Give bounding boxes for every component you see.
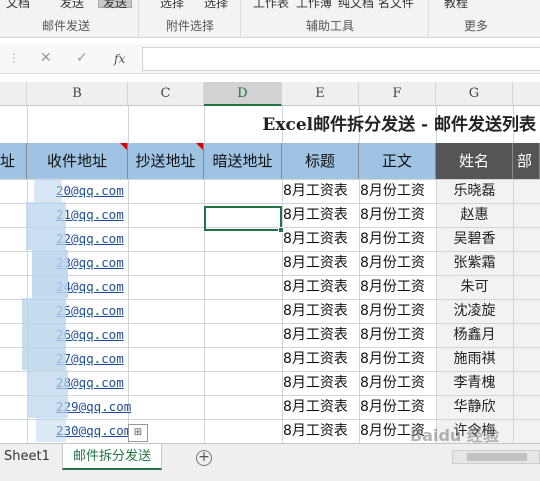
cell-name[interactable]: 李青槐 [436, 371, 513, 395]
header-body: 正文 [359, 143, 436, 179]
cell-subject[interactable]: 8月工资表 [283, 203, 359, 227]
comment-indicator[interactable] [120, 143, 127, 150]
insert-function-icon[interactable]: fx [114, 52, 125, 66]
cell-name[interactable]: 朱可 [436, 275, 513, 299]
column-header-f[interactable]: F [359, 82, 436, 106]
ribbon-button-worksheet[interactable]: 工作表 [253, 0, 289, 11]
ribbon-button-send[interactable]: 发送 [60, 0, 84, 11]
cell-name[interactable]: 吴碧香 [436, 227, 513, 251]
blur-block [26, 202, 66, 250]
spreadsheet-grid[interactable]: Excel邮件拆分发送 - 邮件发送列表 址 收件地址 抄送地址 暗送地址 标题… [0, 106, 540, 443]
header-subject: 标题 [282, 143, 359, 179]
cell-name[interactable]: 赵惠 [436, 203, 513, 227]
comment-indicator[interactable] [196, 143, 203, 150]
cell-body[interactable]: 8月份工资 [360, 251, 436, 275]
cell-name[interactable]: 施雨祺 [436, 347, 513, 371]
cell-subject[interactable]: 8月工资表 [283, 275, 359, 299]
ribbon-separator [138, 0, 139, 36]
blur-block [36, 418, 66, 442]
ribbon-button-select-2[interactable]: 选择 [204, 0, 228, 11]
cell-body[interactable]: 8月份工资 [360, 395, 436, 419]
watermark: Baidu 经验 [410, 426, 499, 445]
blur-block [32, 250, 68, 298]
ribbon-group-mail-send: 邮件发送 [42, 19, 91, 33]
cell-subject[interactable]: 8月工资表 [283, 347, 359, 371]
blurred-region [22, 178, 102, 442]
header-recipient: 收件地址 [27, 143, 128, 179]
header-bcc: 暗送地址 [204, 143, 282, 179]
ribbon-button-workbook[interactable]: 工作薄 [296, 0, 332, 11]
ribbon: 文档 发送 发送 选择 选择 工作表 工作薄 纯文档 名文件 教程 邮件发送 附… [0, 0, 540, 38]
cell-body[interactable]: 8月份工资 [360, 347, 436, 371]
ribbon-button-tutorial[interactable]: 教程 [444, 0, 468, 11]
cell-body[interactable]: 8月份工资 [360, 275, 436, 299]
cell-subject[interactable]: 8月工资表 [283, 299, 359, 323]
name-box-grip-icon[interactable]: ⋮ [8, 51, 20, 65]
blur-block [22, 298, 66, 370]
column-headers: B C D E F G [0, 82, 540, 106]
cell-name[interactable]: 张紫霜 [436, 251, 513, 275]
ribbon-button-select-1[interactable]: 选择 [160, 0, 184, 11]
cell-name[interactable]: 乐晓磊 [436, 179, 513, 203]
cell-subject[interactable]: 8月工资表 [283, 395, 359, 419]
header-name: 姓名 [436, 143, 513, 179]
column-header-b[interactable]: B [27, 82, 128, 106]
column-header-c[interactable]: C [128, 82, 204, 106]
sheet-title: Excel邮件拆分发送 - 邮件发送列表 [262, 115, 536, 135]
header-dept: 部 [513, 143, 540, 179]
cell-body[interactable]: 8月份工资 [360, 179, 436, 203]
cancel-icon[interactable]: ✕ [40, 50, 52, 66]
ribbon-button-named-file[interactable]: 名文件 [378, 0, 414, 11]
formula-bar: ⋮ ✕ ✓ fx [0, 44, 540, 74]
header-recipient-label: 收件地址 [46, 152, 107, 170]
cell-body[interactable]: 8月份工资 [360, 203, 436, 227]
blur-block [28, 370, 68, 418]
add-sheet-icon[interactable]: + [196, 450, 212, 466]
ribbon-separator [428, 0, 429, 36]
sheet-tab-sheet1[interactable]: Sheet1 [4, 444, 50, 470]
ribbon-group-attachment: 附件选择 [166, 19, 215, 33]
ribbon-button-document[interactable]: 文档 [6, 0, 30, 11]
column-header-d[interactable]: D [204, 82, 282, 106]
column-header-partial[interactable] [0, 82, 27, 106]
column-header-h[interactable] [513, 82, 540, 106]
sheet-tab-mail-split[interactable]: 邮件拆分发送 [62, 444, 163, 470]
fill-handle[interactable] [278, 227, 284, 233]
cell-subject[interactable]: 8月工资表 [283, 323, 359, 347]
cell-subject[interactable]: 8月工资表 [283, 419, 359, 443]
cell-body[interactable]: 8月份工资 [360, 323, 436, 347]
cell-name[interactable]: 杨鑫月 [436, 323, 513, 347]
cell-body[interactable]: 8月份工资 [360, 371, 436, 395]
confirm-icon[interactable]: ✓ [76, 50, 88, 66]
active-cell-d4[interactable] [204, 206, 284, 233]
cell-subject[interactable]: 8月工资表 [283, 251, 359, 275]
ribbon-separator [240, 0, 241, 36]
formula-input[interactable] [142, 47, 540, 71]
cell-name[interactable]: 沈凌旋 [436, 299, 513, 323]
ribbon-button-send-active[interactable]: 发送 [98, 0, 133, 10]
header-partial: 址 [0, 143, 27, 179]
ribbon-button-plain-doc[interactable]: 纯文档 [338, 0, 374, 11]
cell-body[interactable]: 8月份工资 [360, 299, 436, 323]
blur-block [34, 178, 62, 202]
paste-options-icon[interactable]: ⊞ [128, 424, 148, 442]
column-header-e[interactable]: E [282, 82, 359, 106]
cell-subject[interactable]: 8月工资表 [283, 227, 359, 251]
ribbon-group-more: 更多 [464, 19, 489, 33]
column-header-g[interactable]: G [436, 82, 513, 106]
header-cc-label: 抄送地址 [135, 152, 196, 170]
cell-subject[interactable]: 8月工资表 [283, 179, 359, 203]
cell-name[interactable]: 华静欣 [436, 395, 513, 419]
dept-column-fill [513, 179, 540, 443]
cell-subject[interactable]: 8月工资表 [283, 371, 359, 395]
header-cc: 抄送地址 [128, 143, 204, 179]
cell-body[interactable]: 8月份工资 [360, 227, 436, 251]
ribbon-group-tools: 辅助工具 [306, 19, 355, 33]
